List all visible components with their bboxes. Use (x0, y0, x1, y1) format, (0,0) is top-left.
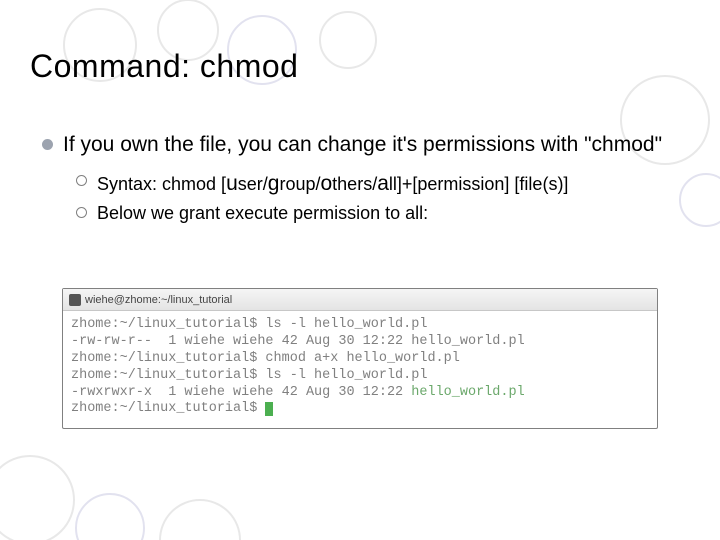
bullet-item: If you own the file, you can change it's… (42, 132, 680, 158)
terminal-line: zhome:~/linux_tutorial$ ls -l hello_worl… (71, 368, 427, 383)
syntax-em-a: a (377, 172, 389, 195)
terminal-title-text: wiehe@zhome:~/linux_tutorial (85, 294, 232, 306)
bullet-icon (42, 139, 53, 150)
sub-bullet-item: Below we grant execute permission to all… (76, 202, 680, 225)
sub-bullet-item: Syntax: chmod [user/group/others/all]+[p… (76, 170, 680, 197)
terminal-titlebar: wiehe@zhome:~/linux_tutorial (63, 289, 657, 311)
slide-title: Command: chmod (30, 48, 298, 85)
syntax-text: Syntax: chmod [ (97, 174, 226, 194)
syntax-em-o: o (320, 172, 332, 195)
hollow-bullet-icon (76, 207, 87, 218)
terminal-line: zhome:~/linux_tutorial$ ls -l hello_worl… (71, 317, 427, 332)
terminal-icon (69, 294, 81, 306)
sub-bullet-text: Below we grant execute permission to all… (97, 202, 428, 225)
terminal-line: -rwxrwxr-x 1 wiehe wiehe 42 Aug 30 12:22 (71, 385, 411, 400)
bullet-text: If you own the file, you can change it's… (63, 132, 662, 158)
hollow-bullet-icon (76, 175, 87, 186)
syntax-em-g: g (268, 172, 280, 195)
sub-bullet-text: Syntax: chmod [user/group/others/all]+[p… (97, 170, 568, 197)
terminal-line: zhome:~/linux_tutorial$ chmod a+x hello_… (71, 351, 460, 366)
terminal-line: -rw-rw-r-- 1 wiehe wiehe 42 Aug 30 12:22… (71, 334, 525, 349)
syntax-text: roup/ (279, 174, 320, 194)
syntax-text: thers/ (332, 174, 377, 194)
syntax-em-u: u (226, 172, 238, 195)
terminal-cursor (265, 402, 273, 416)
syntax-text: ll]+[permission] [file(s)] (389, 174, 569, 194)
slide-body: If you own the file, you can change it's… (42, 132, 680, 229)
terminal-executable-name: hello_world.pl (411, 385, 524, 400)
syntax-text: ser/ (238, 174, 268, 194)
terminal-output: zhome:~/linux_tutorial$ ls -l hello_worl… (63, 311, 657, 428)
terminal-prompt: zhome:~/linux_tutorial$ (71, 401, 265, 416)
terminal-window: wiehe@zhome:~/linux_tutorial zhome:~/lin… (62, 288, 658, 429)
